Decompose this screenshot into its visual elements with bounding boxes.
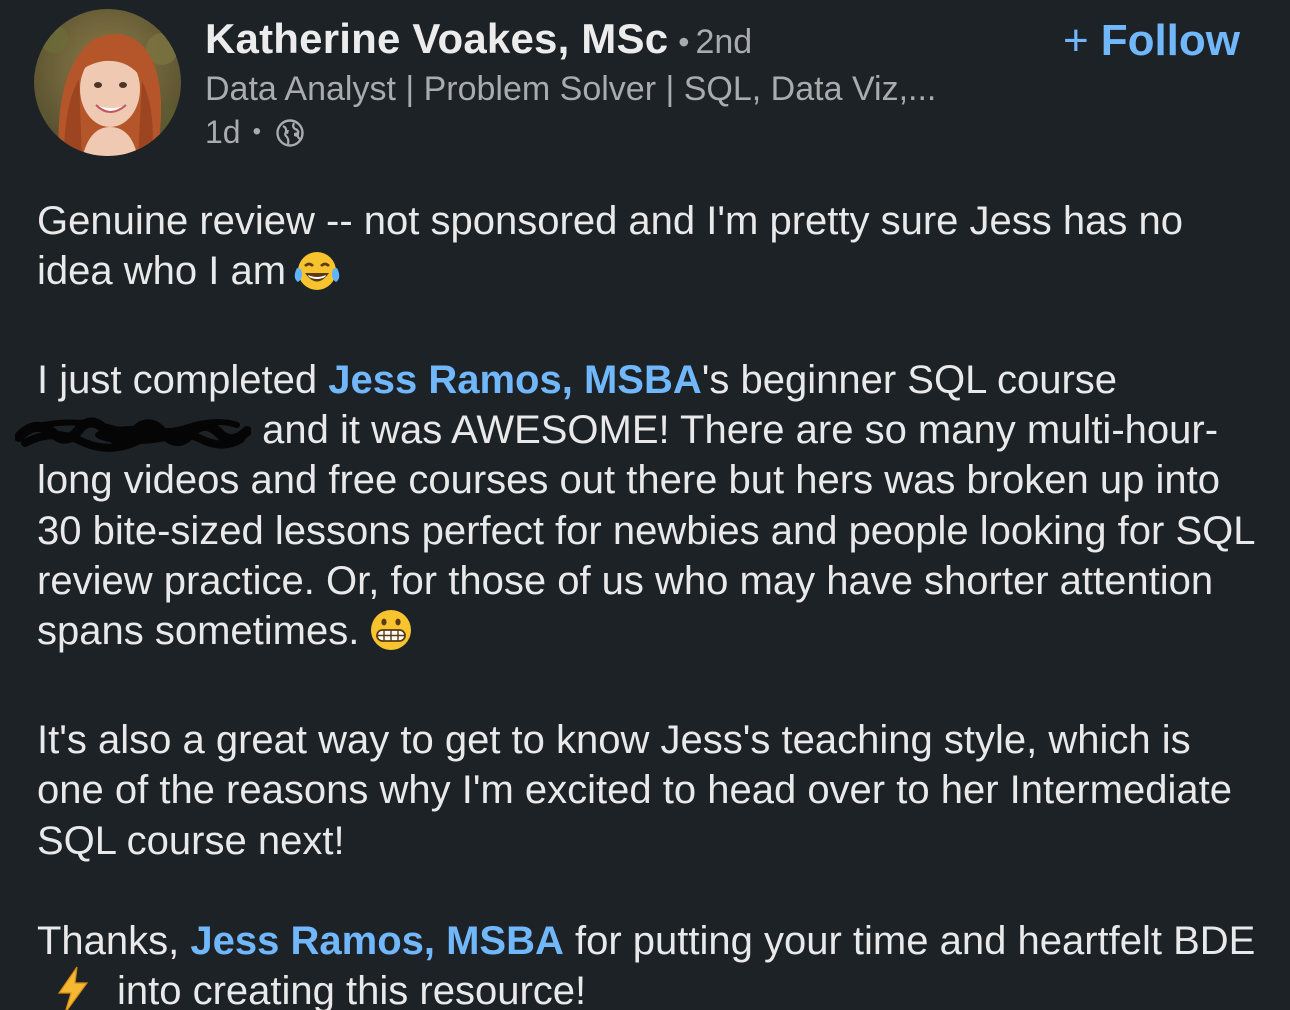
globe-icon — [275, 117, 305, 147]
grimacing-emoji-icon — [365, 606, 417, 664]
paragraph-text: for putting your time and heartfelt BDE — [563, 919, 1256, 964]
author-name[interactable]: Katherine Voakes, MSc — [205, 15, 668, 62]
tears-of-joy-emoji-icon — [292, 248, 342, 304]
post-paragraph-2: I just completed Jess Ramos, MSBA's begi… — [14, 355, 1267, 665]
post-body: Genuine review -- not sponsored and I'm … — [14, 196, 1267, 1010]
paragraph-text: Thanks, — [37, 919, 191, 964]
paragraph-text: into creating this resource! — [117, 969, 587, 1010]
author-name-line: Katherine Voakes, MSc • 2nd — [205, 12, 752, 69]
post-paragraph-1: Genuine review -- not sponsored and I'm … — [37, 196, 1267, 305]
mention-link[interactable]: Jess Ramos, MSBA — [328, 358, 701, 402]
connection-degree: 2nd — [695, 23, 753, 61]
follow-label: Follow — [1100, 16, 1240, 65]
mention-link[interactable]: Jess Ramos, MSBA — [190, 919, 563, 963]
post-time: 1d — [205, 114, 241, 150]
redacted-scribble — [14, 413, 252, 453]
post-meta: 1d • — [205, 112, 305, 152]
paragraph-text: Genuine review -- not sponsored and I'm … — [37, 199, 1183, 294]
high-voltage-emoji-icon — [55, 966, 91, 1010]
plus-icon: + — [1062, 16, 1089, 65]
post-paragraph-3: It's also a great way to get to know Jes… — [37, 717, 1232, 863]
post-header: Katherine Voakes, MSc • 2nd + Follow Data A… — [0, 0, 1290, 180]
author-avatar[interactable] — [34, 9, 181, 156]
paragraph-text: I just completed — [37, 357, 329, 402]
paragraph-text: 's beginner SQL course — [701, 357, 1118, 402]
post-paragraph-4: Thanks, Jess Ramos, MSBA for putting you… — [37, 916, 1267, 1010]
follow-button[interactable]: + Follow — [1063, 14, 1240, 68]
meta-separator: • — [252, 118, 261, 145]
degree-separator: • — [678, 24, 690, 60]
author-headline: Data Analyst | Problem Solver | SQL, Dat… — [205, 70, 937, 108]
